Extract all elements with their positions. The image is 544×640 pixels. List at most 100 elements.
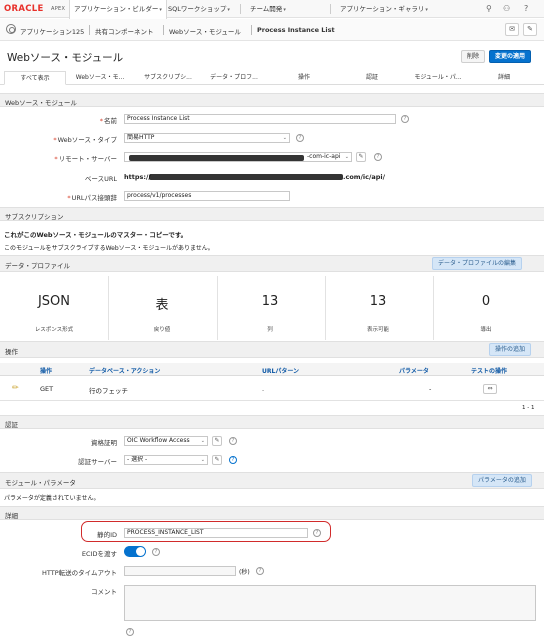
table-row: ✏ GET 行のフェッチ . - ⇔ [0,377,544,401]
edit-data-profile-button[interactable]: データ・プロファイルの編集 [432,257,523,270]
name-label: *名前 [99,117,117,125]
chevron-down-icon: ▾ [425,7,428,13]
search-icon[interactable]: ⚲ [486,4,492,13]
help-icon[interactable]: ? [313,529,321,537]
redacted-text [149,174,343,180]
tab-data-profile[interactable]: データ・プロフ... [202,71,266,85]
url-path-field[interactable]: process/v1/processes [124,191,290,201]
help-icon[interactable]: ? [229,437,237,445]
stat-columns-value: 13 [261,294,279,309]
stat-derived-value: 0 [481,294,491,309]
tab-module-params[interactable]: モジュール・パ... [406,71,470,85]
help-icon[interactable]: ? [152,548,160,556]
column-header-operation[interactable]: 操作 [40,366,52,375]
master-copy-text: これがこのWebソース・モジュールのマスター・コピーです。 [4,231,188,239]
help-icon[interactable]: ? [126,628,134,636]
delete-button[interactable]: 削除 [461,50,486,63]
apex-logo: APEX [51,6,66,12]
column-header-url-pattern[interactable]: URLパターン [262,366,299,375]
comment-textarea[interactable] [124,585,536,621]
add-parameter-button[interactable]: パラメータの追加 [472,474,532,487]
chevron-down-icon: ⌄ [344,154,349,160]
tab-subscription[interactable]: サブスクリプシ... [136,71,200,85]
chevron-down-icon: ⌄ [200,457,205,463]
tab-operations[interactable]: 操作 [272,71,336,85]
column-header-db-action[interactable]: データベース・アクション [89,366,160,375]
stat-divider [325,276,326,340]
stat-visible-label: 表示可能 [366,327,389,333]
help-icon[interactable]: ? [229,456,237,464]
type-select[interactable]: 簡易HTTP ⌄ [124,133,290,143]
stat-divider [433,276,434,340]
timeout-field[interactable] [124,566,236,576]
top-navigation: ORACLE APEX アプリケーション・ビルダー▾ SQLワークショップ▾ チ… [0,0,544,19]
stat-columns-label: 列 [267,327,273,333]
region-tabs: すべて表示 Webソース・モ... サブスクリプシ... データ・プロフ... … [0,71,544,85]
section-authentication: 認証 [0,415,544,429]
chevron-down-icon: ⌄ [200,438,205,444]
breadcrumb-app[interactable]: アプリケーション125 [20,26,84,36]
add-operation-button[interactable]: 操作の追加 [489,343,532,356]
help-icon[interactable]: ? [256,567,264,575]
edit-icon[interactable]: ✎ [212,436,222,446]
name-field[interactable]: Process Instance List [124,114,396,124]
chevron-down-icon: ▾ [227,7,230,13]
base-url-label: ベースURL [84,175,117,183]
stat-derived-label: 導出 [480,327,492,333]
no-params-text: パラメータが定義されていません。 [4,495,100,502]
remote-server-select[interactable]: -com-ic-api ⌄ [124,152,352,162]
breadcrumb-shared-components[interactable]: 共有コンポーネント [95,26,154,36]
edit-icon[interactable]: ✎ [212,455,222,465]
breadcrumb-current: Process Instance List [257,26,335,34]
tab-advanced[interactable]: 詳細 [472,71,536,85]
stat-response-format-value: JSON [37,294,71,309]
ecid-toggle[interactable] [124,546,146,557]
nav-tab-app-builder[interactable]: アプリケーション・ビルダー▾ [69,0,167,19]
params-cell: - [429,385,432,393]
credential-label: 資格証明 [91,439,117,447]
section-module-params: モジュール・パラメータ [0,472,544,489]
oracle-logo: ORACLE [4,4,44,14]
credential-select[interactable]: OIC Workflow Access ⌄ [124,436,208,446]
apply-changes-button[interactable]: 変更の適用 [489,50,532,63]
column-header-test[interactable]: テストの操作 [471,366,507,375]
section-operations: 操作 [0,341,544,358]
no-subscription-text: このモジュールをサブスクライブするWebソース・モジュールがありません。 [4,245,214,252]
edit-pencil-icon[interactable]: ✏ [12,383,19,392]
auth-server-label: 認証サーバー [78,458,117,466]
auth-server-select[interactable]: - 選択 - ⌄ [124,455,208,465]
ecid-label: ECIDを渡す [81,550,117,558]
home-icon[interactable] [6,24,16,34]
base-url-prefix: https:// [124,173,151,181]
nav-divider [330,4,331,14]
breadcrumb-divider [163,25,164,35]
help-icon[interactable]: ? [524,4,528,13]
tab-web-source[interactable]: Webソース・モ... [68,71,132,85]
breadcrumb-web-source[interactable]: Webソース・モジュール [169,26,241,36]
tab-authentication[interactable]: 認証 [340,71,404,85]
section-advanced: 詳細 [0,506,544,520]
help-icon[interactable]: ? [296,134,304,142]
tab-show-all[interactable]: すべて表示 [4,71,66,85]
comment-label: コメント [91,588,117,596]
comment-icon[interactable]: ✉ [505,23,519,36]
nav-tab-app-gallery[interactable]: アプリケーション・ギャラリ▾ [336,0,432,18]
attach-icon[interactable]: ✎ [523,23,537,36]
user-icon[interactable]: ⚇ [503,4,510,13]
url-path-label: *URLパス接頭辞 [67,194,117,202]
section-subscription: サブスクリプション [0,207,544,221]
static-id-field[interactable]: PROCESS_INSTANCE_LIST [124,528,308,538]
stat-divider [108,276,109,340]
nav-tab-team-dev[interactable]: チーム開発▾ [246,0,290,18]
chevron-down-icon: ▾ [283,7,286,13]
test-operation-icon[interactable]: ⇔ [483,384,497,394]
nav-tab-sql-workshop[interactable]: SQLワークショップ▾ [164,0,234,18]
section-web-source: Webソース・モジュール [0,93,544,107]
remote-server-label: *リモート・サーバー [54,155,117,163]
help-icon[interactable]: ? [374,153,382,161]
chevron-down-icon: ⌄ [282,135,287,141]
help-icon[interactable]: ? [401,115,409,123]
edit-icon[interactable]: ✎ [356,152,366,162]
url-pattern-cell: . [262,385,265,393]
column-header-params[interactable]: パラメータ [399,366,429,375]
